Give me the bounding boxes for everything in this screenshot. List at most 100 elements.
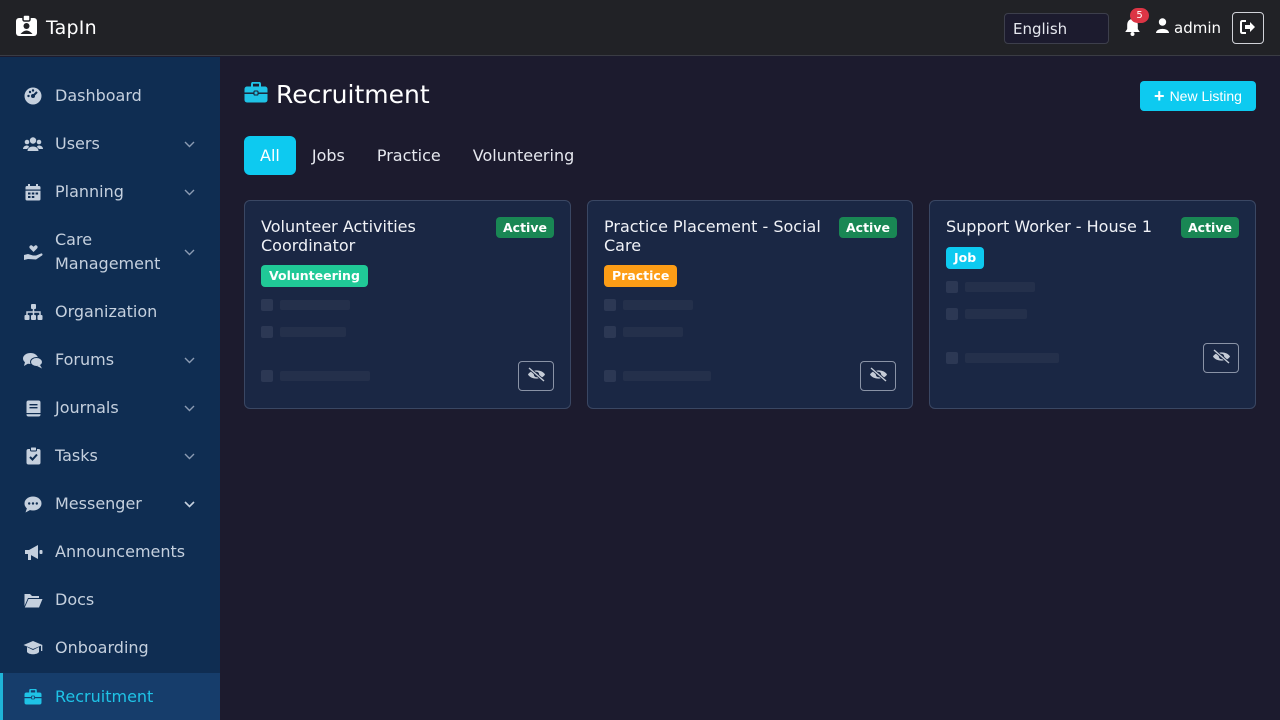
status-badge: Active: [496, 217, 554, 238]
sidebar-item-planning[interactable]: Planning: [0, 180, 220, 204]
type-badge: Job: [946, 247, 985, 269]
sidebar-item-users[interactable]: Users: [0, 132, 220, 156]
sidebar-item-label: Recruitment: [55, 686, 154, 706]
users-icon: [23, 134, 43, 154]
type-badge: Practice: [604, 265, 678, 287]
chat-icon: [23, 494, 43, 514]
meta-row: [604, 370, 711, 382]
username: admin: [1174, 18, 1221, 37]
hide-listing-button[interactable]: [518, 361, 554, 391]
meta-row: [946, 308, 1027, 320]
listing-card[interactable]: Support Worker - House 1 Active Job: [929, 200, 1256, 409]
book-icon: [23, 398, 43, 418]
sidebar-item-care-management[interactable]: Care Management: [0, 228, 220, 276]
logout-button[interactable]: [1232, 12, 1264, 44]
applicants-icon: [261, 370, 273, 382]
tab-practice[interactable]: Practice: [361, 136, 457, 175]
graduation-cap-icon: [23, 638, 43, 658]
brand[interactable]: TapIn: [15, 14, 97, 41]
briefcase-icon: [23, 687, 43, 707]
status-badge: Active: [839, 217, 897, 238]
listing-card[interactable]: Practice Placement - Social Care Active …: [587, 200, 913, 409]
page-title-text: Recruitment: [276, 80, 430, 109]
hide-listing-button[interactable]: [860, 361, 896, 391]
page-title: Recruitment: [244, 80, 430, 109]
sidebar-item-label: Announcements: [55, 542, 186, 561]
clipboard-check-icon: [23, 446, 43, 466]
listing-title: Support Worker - House 1: [946, 217, 1153, 236]
brand-name: TapIn: [46, 17, 97, 39]
sidebar-item-label: Dashboard: [55, 86, 142, 105]
listing-title: Practice Placement - Social Care: [604, 217, 821, 255]
user-menu[interactable]: admin: [1156, 18, 1221, 37]
sidebar-item-label: Organization: [55, 302, 158, 321]
listing-card[interactable]: Volunteer Activities Coordinator Active …: [244, 200, 571, 409]
chevron-down-icon: [183, 450, 195, 462]
sitemap-icon: [23, 302, 43, 322]
calendar-icon: [23, 182, 43, 202]
sidebar-item-messenger[interactable]: Messenger: [0, 492, 220, 516]
sidebar-item-tasks[interactable]: Tasks: [0, 444, 220, 468]
meta-row: [946, 281, 1035, 293]
status-badge: Active: [1181, 217, 1239, 238]
applicants-icon: [946, 352, 958, 364]
meta-placeholder: [280, 371, 370, 381]
new-listing-button[interactable]: + New Listing: [1140, 81, 1256, 111]
sidebar-item-forums[interactable]: Forums: [0, 348, 220, 372]
sidebar: Dashboard Users Planning Care Management…: [0, 57, 220, 720]
notification-badge: 5: [1130, 8, 1149, 23]
sidebar-item-label: Planning: [55, 182, 124, 201]
sidebar-item-label: Forums: [55, 350, 115, 369]
building-icon: [946, 281, 958, 293]
building-icon: [261, 299, 273, 311]
chevron-down-icon: [183, 138, 195, 150]
eye-slash-icon: [1212, 348, 1231, 368]
sidebar-item-label: Users: [55, 134, 100, 153]
chevron-down-icon: [183, 498, 195, 510]
sidebar-item-dashboard[interactable]: Dashboard: [0, 84, 220, 108]
sidebar-item-label: Journals: [55, 398, 119, 417]
logout-icon: [1240, 19, 1256, 38]
sidebar-item-label: Tasks: [55, 446, 98, 465]
hide-listing-button[interactable]: [1203, 343, 1239, 373]
hand-heart-icon: [23, 242, 43, 262]
meta-placeholder: [965, 309, 1027, 319]
sidebar-item-docs[interactable]: Docs: [0, 588, 220, 612]
tab-jobs[interactable]: Jobs: [296, 136, 361, 175]
meta-row: [604, 326, 683, 338]
top-navbar: TapIn English 5 admin: [0, 0, 1280, 56]
id-badge-icon: [15, 14, 38, 41]
chevron-down-icon: [183, 246, 195, 258]
meta-placeholder: [280, 300, 350, 310]
sidebar-item-announcements[interactable]: Announcements: [0, 540, 220, 564]
meta-row: [261, 326, 346, 338]
sidebar-item-recruitment[interactable]: Recruitment: [0, 673, 220, 720]
location-icon: [946, 308, 958, 320]
eye-slash-icon: [869, 366, 888, 386]
meta-row: [261, 299, 350, 311]
briefcase-icon: [244, 81, 268, 107]
meta-row: [261, 370, 370, 382]
sidebar-item-label: Onboarding: [55, 638, 149, 657]
language-select[interactable]: English: [1004, 13, 1109, 44]
type-badge: Volunteering: [261, 265, 368, 287]
user-icon: [1156, 18, 1169, 37]
applicants-icon: [604, 370, 616, 382]
folder-open-icon: [23, 590, 43, 610]
sidebar-item-journals[interactable]: Journals: [0, 396, 220, 420]
chevron-down-icon: [183, 186, 195, 198]
location-icon: [261, 326, 273, 338]
meta-placeholder: [623, 371, 711, 381]
location-icon: [604, 326, 616, 338]
sidebar-item-onboarding[interactable]: Onboarding: [0, 636, 220, 660]
building-icon: [604, 299, 616, 311]
meta-placeholder: [623, 327, 683, 337]
new-listing-label: New Listing: [1169, 88, 1242, 104]
listing-title: Volunteer Activities Coordinator: [261, 217, 416, 255]
meta-placeholder: [965, 353, 1059, 363]
sidebar-item-organization[interactable]: Organization: [0, 300, 220, 324]
tab-all[interactable]: All: [244, 136, 296, 175]
chevron-down-icon: [183, 402, 195, 414]
tab-volunteering[interactable]: Volunteering: [457, 136, 591, 175]
meta-placeholder: [965, 282, 1035, 292]
